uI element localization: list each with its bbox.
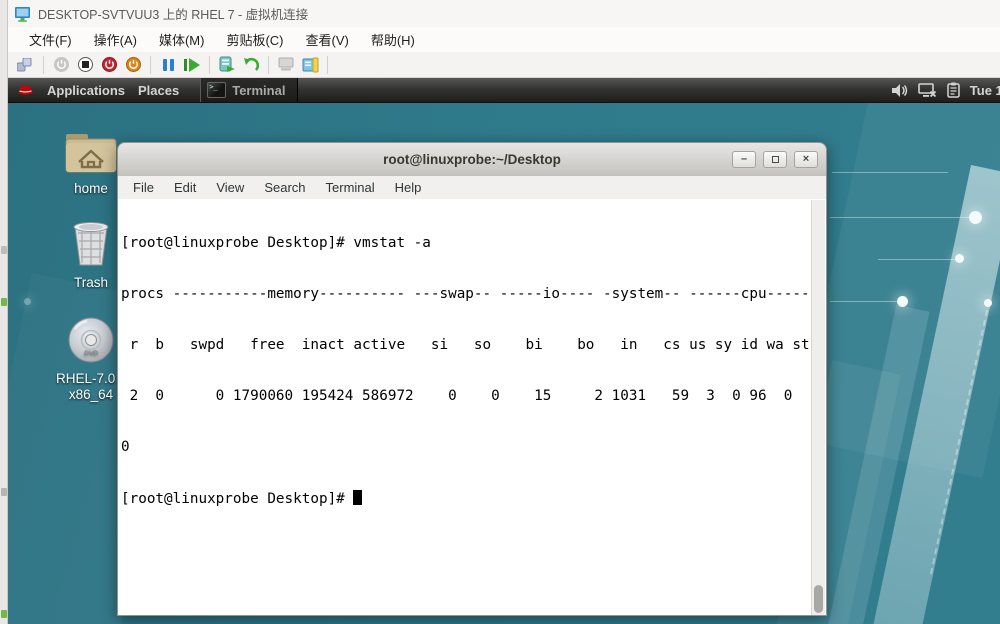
menu-help[interactable]: 帮助(H) (360, 27, 426, 52)
terminal-output: [root@linuxprobe Desktop]# vmstat -a pro… (121, 201, 810, 542)
wallpaper-line (832, 172, 948, 173)
menu-clipboard[interactable]: 剪贴板(C) (215, 27, 294, 52)
icon-label: x86_64 (56, 387, 126, 402)
hyperv-toolbar (8, 52, 1000, 78)
desktop-icon-rhel-dvd[interactable]: DVD RHEL-7.0 Se x86_64 (56, 315, 126, 402)
icon-label: RHEL-7.0 Se (56, 371, 126, 386)
wallpaper-dot (24, 298, 31, 305)
toolbar-separator (150, 56, 151, 74)
terminal-titlebar[interactable]: root@linuxprobe:~/Desktop – × (117, 142, 827, 176)
terminal-line: r b swpd free inact active si so bi bo i… (121, 337, 810, 354)
menu-terminal[interactable]: Terminal (316, 180, 385, 195)
background-fragment (1, 488, 7, 496)
places-menu[interactable]: Places (138, 83, 192, 98)
wallpaper-dot (984, 299, 992, 307)
resume-icon[interactable] (182, 55, 202, 75)
close-button[interactable]: × (794, 151, 818, 168)
maximize-icon (772, 156, 779, 163)
menu-view[interactable]: View (206, 180, 254, 195)
dvd-disc-icon: DVD (66, 315, 116, 365)
wallpaper-dot (897, 296, 908, 307)
home-folder-icon (64, 131, 118, 175)
menu-help[interactable]: Help (385, 180, 432, 195)
background-fragment (1, 298, 7, 306)
terminal-icon: >_ (207, 82, 226, 98)
display-network-icon[interactable] (918, 83, 937, 98)
wallpaper-dot (955, 254, 964, 263)
menu-file[interactable]: 文件(F) (18, 27, 83, 52)
desktop-icon-home[interactable]: home (56, 131, 126, 196)
terminal-line: [root@linuxprobe Desktop]# vmstat -a (121, 235, 810, 252)
terminal-line: 0 (121, 439, 810, 456)
applications-menu[interactable]: Applications (34, 83, 138, 98)
desktop[interactable]: home Trash (8, 103, 1000, 624)
toolbar-separator (43, 56, 44, 74)
wallpaper-line (830, 217, 975, 218)
background-fragment (1, 610, 7, 618)
vm-display: Applications Places >_ Terminal (8, 78, 1000, 624)
icon-label: Trash (56, 275, 126, 290)
clock[interactable]: Tue 18 (970, 83, 1000, 98)
trash-icon (68, 219, 114, 269)
terminal-line: 2 0 0 1790060 195424 586972 0 0 15 2 103… (121, 388, 810, 405)
terminal-cursor (353, 490, 362, 505)
menu-file[interactable]: File (123, 180, 164, 195)
toolbar-separator (327, 56, 328, 74)
save-icon[interactable] (123, 55, 143, 75)
desktop-icon-trash[interactable]: Trash (56, 219, 126, 290)
background-window-edge (0, 0, 8, 624)
hyperv-menubar: 文件(F) 操作(A) 媒体(M) 剪贴板(C) 查看(V) 帮助(H) (8, 27, 1000, 52)
menu-action[interactable]: 操作(A) (83, 27, 148, 52)
svg-text:DVD: DVD (84, 350, 98, 357)
terminal-menubar: File Edit View Search Terminal Help (117, 176, 827, 199)
toolbar-separator (209, 56, 210, 74)
turn-off-icon[interactable] (75, 55, 95, 75)
wallpaper-line (830, 301, 902, 302)
terminal-window: root@linuxprobe:~/Desktop – × File Edit … (117, 142, 827, 616)
redhat-logo-icon (17, 83, 34, 98)
wallpaper-dot (969, 211, 982, 224)
volume-icon[interactable] (891, 83, 908, 98)
icon-label: home (56, 181, 126, 196)
enhanced-session-icon[interactable] (300, 55, 320, 75)
hyperv-vmconnect-window: DESKTOP-SVTVUU3 上的 RHEL 7 - 虚拟机连接 文件(F) … (8, 0, 1000, 624)
menu-edit[interactable]: Edit (164, 180, 206, 195)
terminal-prompt-line: [root@linuxprobe Desktop]# (121, 490, 810, 508)
hyperv-titlebar[interactable]: DESKTOP-SVTVUU3 上的 RHEL 7 - 虚拟机连接 (8, 0, 1000, 27)
toolbar-separator (268, 56, 269, 74)
menu-media[interactable]: 媒体(M) (148, 27, 216, 52)
scrollbar-thumb[interactable] (814, 585, 823, 613)
terminal-screen[interactable]: [root@linuxprobe Desktop]# vmstat -a pro… (117, 199, 827, 616)
basic-session-icon[interactable] (276, 55, 296, 75)
menu-view[interactable]: 查看(V) (295, 27, 360, 52)
start-icon[interactable] (51, 55, 71, 75)
revert-icon[interactable] (241, 55, 261, 75)
checkpoint-icon[interactable] (217, 55, 237, 75)
menu-search[interactable]: Search (254, 180, 315, 195)
taskbar-terminal-button[interactable]: >_ Terminal (200, 78, 298, 103)
pause-icon[interactable] (158, 55, 178, 75)
vm-monitor-icon (14, 6, 31, 22)
minimize-button[interactable]: – (732, 151, 756, 168)
clipboard-icon[interactable] (947, 82, 960, 98)
gnome-top-bar: Applications Places >_ Terminal (8, 78, 1000, 103)
shutdown-icon[interactable] (99, 55, 119, 75)
window-title: DESKTOP-SVTVUU3 上的 RHEL 7 - 虚拟机连接 (38, 4, 308, 23)
maximize-button[interactable] (763, 151, 787, 168)
background-fragment (1, 246, 7, 254)
ctrl-alt-del-icon[interactable] (16, 55, 36, 75)
wallpaper-line (878, 259, 960, 260)
terminal-title: root@linuxprobe:~/Desktop (118, 152, 826, 167)
terminal-scrollbar[interactable] (811, 200, 825, 615)
terminal-line: procs -----------memory---------- ---swa… (121, 286, 810, 303)
